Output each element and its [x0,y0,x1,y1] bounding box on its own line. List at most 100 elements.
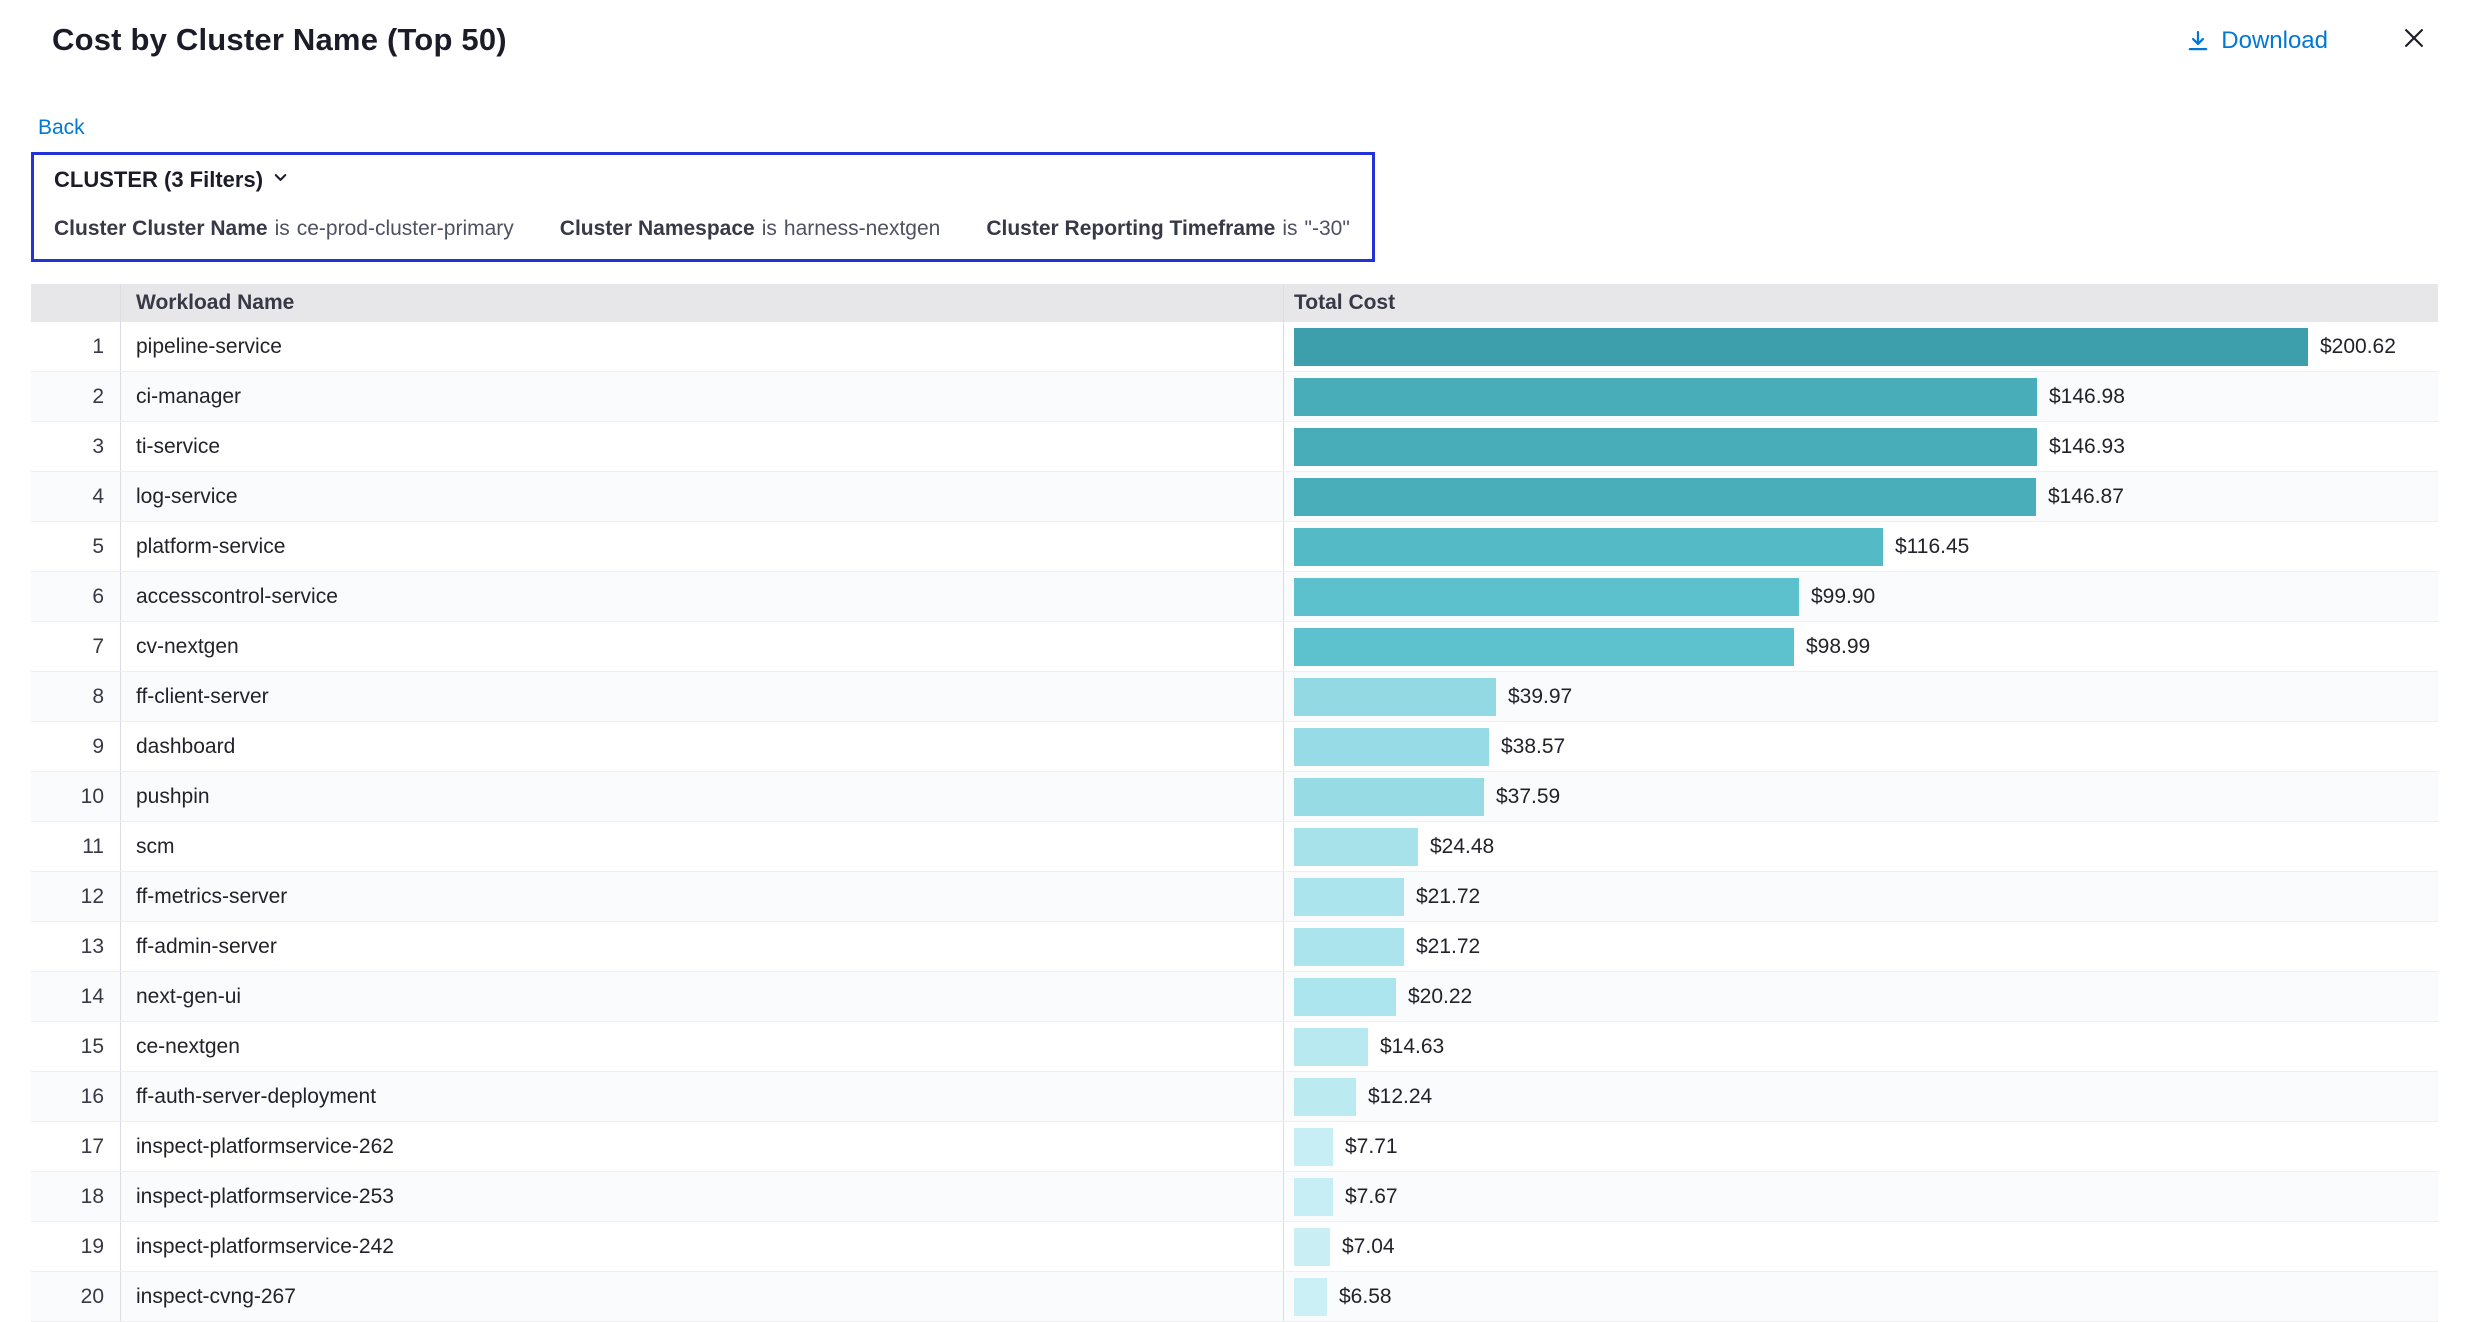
cost-bar[interactable] [1294,1028,1368,1066]
row-rank: 12 [31,872,121,921]
cost-value-label: $98.99 [1806,635,1870,659]
row-rank: 14 [31,972,121,1021]
workload-name-cell: inspect-platformservice-253 [121,1172,1284,1221]
row-rank: 3 [31,422,121,471]
filter-group-label: CLUSTER (3 Filters) [54,167,263,193]
cost-value-label: $39.97 [1508,685,1572,709]
cost-bar[interactable] [1294,728,1489,766]
workload-name-cell: platform-service [121,522,1284,571]
cost-value-label: $146.93 [2049,435,2125,459]
total-cost-cell: $146.98 [1284,372,2438,421]
row-rank: 16 [31,1072,121,1121]
download-button[interactable]: Download [2185,27,2328,55]
filter-group-toggle[interactable]: CLUSTER (3 Filters) [54,167,1352,193]
cost-bar[interactable] [1294,828,1418,866]
total-cost-cell: $24.48 [1284,822,2438,871]
filter-operator: is [275,217,290,241]
filter-operator: is [1282,217,1297,241]
workload-name-cell: ci-manager [121,372,1284,421]
cost-value-label: $20.22 [1408,985,1472,1009]
modal-header: Cost by Cluster Name (Top 50) Download [0,0,2470,58]
cost-bar[interactable] [1294,328,2308,366]
total-cost-cell: $146.87 [1284,472,2438,521]
cost-bar[interactable] [1294,878,1404,916]
row-rank: 2 [31,372,121,421]
cost-value-label: $200.62 [2320,335,2396,359]
filter-value: "-30" [1305,217,1350,241]
table-row: 15ce-nextgen $14.63 [31,1022,2438,1072]
total-cost-cell: $37.59 [1284,772,2438,821]
table-row: 3ti-service$146.93 [31,422,2438,472]
workload-name-cell: inspect-platformservice-242 [121,1222,1284,1271]
cost-bar[interactable] [1294,678,1496,716]
total-cost-cell: $7.67 [1284,1172,2438,1221]
row-rank: 7 [31,622,121,671]
column-header-workload-name: Workload Name [121,284,1284,322]
row-rank: 13 [31,922,121,971]
cost-bar[interactable] [1294,478,2036,516]
workload-name-cell: ff-admin-server [121,922,1284,971]
close-button[interactable] [2400,24,2428,57]
cost-value-label: $6.58 [1339,1285,1392,1309]
workload-name-cell: scm [121,822,1284,871]
workload-name-cell: cv-nextgen [121,622,1284,671]
row-rank: 6 [31,572,121,621]
table-row: 1pipeline-service$200.62 [31,322,2438,372]
cost-bar[interactable] [1294,1078,1356,1116]
cost-value-label: $99.90 [1811,585,1875,609]
cost-value-label: $14.63 [1380,1035,1444,1059]
cost-bar[interactable] [1294,978,1396,1016]
workload-name-cell: accesscontrol-service [121,572,1284,621]
table-header-row: Workload Name Total Cost [31,284,2438,322]
back-link[interactable]: Back [38,116,85,140]
filter-field: Cluster Cluster Name [54,217,268,241]
header-actions: Download [2185,24,2428,57]
cost-bar[interactable] [1294,1178,1333,1216]
row-rank: 8 [31,672,121,721]
row-rank: 11 [31,822,121,871]
cost-bar[interactable] [1294,928,1404,966]
cost-value-label: $12.24 [1368,1085,1432,1109]
table-row: 8ff-client-server$39.97 [31,672,2438,722]
cost-bar[interactable] [1294,628,1794,666]
workload-name-cell: pushpin [121,772,1284,821]
close-icon [2400,24,2428,57]
cost-value-label: $116.45 [1895,535,1969,559]
workload-name-cell: ce-nextgen [121,1022,1284,1071]
total-cost-cell: $7.04 [1284,1222,2438,1271]
cost-by-cluster-modal: Cost by Cluster Name (Top 50) Download B… [0,0,2470,1302]
row-rank: 10 [31,772,121,821]
cost-bar[interactable] [1294,578,1799,616]
cost-bar[interactable] [1294,1228,1330,1266]
cost-bar[interactable] [1294,1278,1327,1316]
row-rank: 17 [31,1122,121,1171]
workload-name-cell: dashboard [121,722,1284,771]
table-row: 17inspect-platformservice-262$7.71 [31,1122,2438,1172]
filter-value: harness-nextgen [784,217,940,241]
cost-value-label: $38.57 [1501,735,1565,759]
table-row: 11scm$24.48 [31,822,2438,872]
table-row: 6accesscontrol-service $99.90 [31,572,2438,622]
table-row: 14next-gen-ui $20.22 [31,972,2438,1022]
workload-name-cell: ff-metrics-server [121,872,1284,921]
total-cost-cell: $6.58 [1284,1272,2438,1321]
table-row: 2ci-manager$146.98 [31,372,2438,422]
row-rank: 20 [31,1272,121,1321]
total-cost-cell: $21.72 [1284,922,2438,971]
row-rank: 9 [31,722,121,771]
table-row: 20inspect-cvng-267$6.58 [31,1272,2438,1322]
total-cost-cell: $200.62 [1284,322,2438,371]
cost-bar[interactable] [1294,778,1484,816]
table-row: 4log-service$146.87 [31,472,2438,522]
cost-value-label: $7.67 [1345,1185,1398,1209]
cost-bar[interactable] [1294,378,2037,416]
workload-name-cell: next-gen-ui [121,972,1284,1021]
row-rank: 15 [31,1022,121,1071]
filter-item: Cluster Reporting Timeframe is "-30" [986,217,1349,241]
download-icon [2185,28,2211,54]
cost-bar[interactable] [1294,528,1883,566]
cost-bar[interactable] [1294,428,2037,466]
cost-bar[interactable] [1294,1128,1333,1166]
column-header-total-cost: Total Cost [1284,284,2438,322]
table-row: 18inspect-platformservice-253$7.67 [31,1172,2438,1222]
